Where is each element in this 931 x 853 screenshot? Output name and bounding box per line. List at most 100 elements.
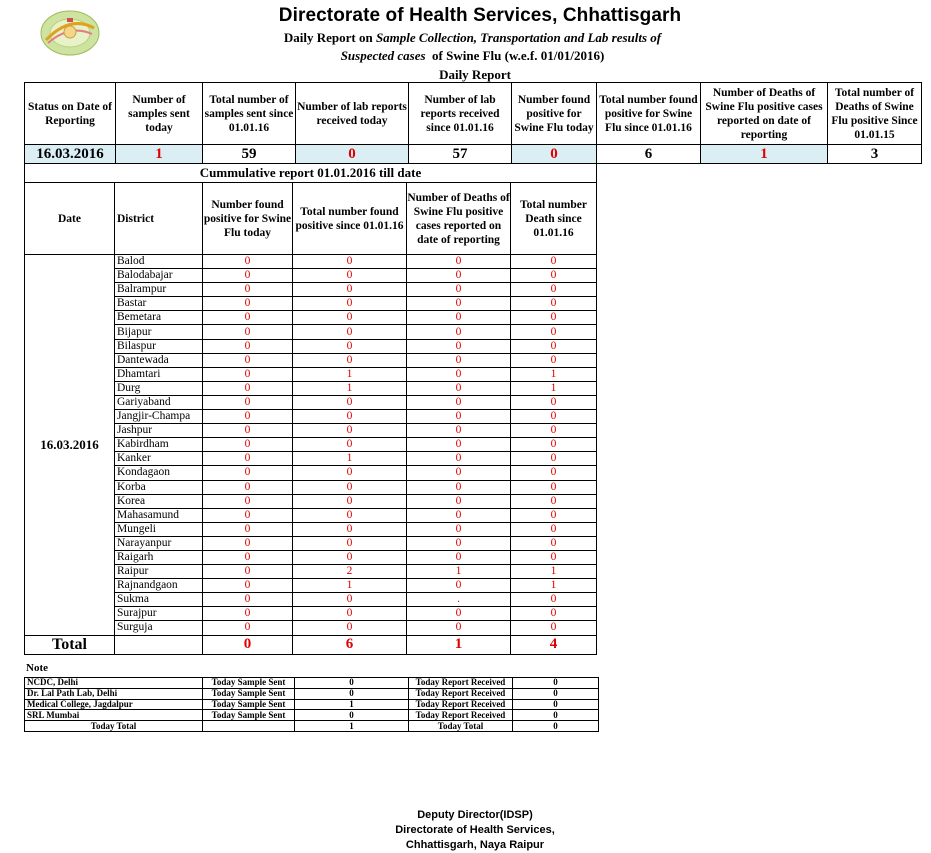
district-value-cell: 0 [406,507,511,523]
note-total-recv-label: Today Total [408,720,513,732]
district-value-cell: 0 [202,409,293,425]
district-name: Mahasamund [114,507,203,523]
district-value-cell: 0 [292,268,407,284]
district-value-cell: 0 [510,521,597,537]
district-name: Gariyaband [114,394,203,411]
district-value-cell: 0 [406,253,511,270]
district-value-cell: 1 [292,366,407,382]
district-value-cell: 0 [202,493,293,509]
district-value-cell: 0 [202,423,293,439]
district-value-cell: 0 [292,620,407,636]
district-value-cell: 0 [406,380,511,396]
district-name: Kabirdham [114,437,203,453]
total-empty-cell [114,634,203,655]
note-sent-value: 0 [294,677,409,689]
daily-header-cell: Number of Deaths of Swine Flu positive c… [700,82,828,145]
district-value-cell: 0 [406,352,511,368]
note-recv-value: 0 [512,709,599,722]
note-total-row: Today Total 1 Today Total 0 [24,720,599,732]
district-value-cell: 0 [202,451,293,467]
district-name: Dhamtari [114,366,203,382]
district-value-cell: 0 [406,409,511,425]
district-value-cell: 0 [202,521,293,537]
district-value-cell: 0 [292,352,407,368]
district-value-cell: 0 [510,535,597,551]
district-value-cell: 1 [510,564,597,580]
district-value-cell: 0 [510,507,597,523]
district-value-cell: 0 [202,578,293,594]
daily-value-cell: 3 [827,144,922,164]
daily-report-table: Status on Date of Reporting Number of sa… [24,82,922,164]
district-value-cell: 0 [510,253,597,270]
daily-value-cell: 1 [115,144,203,164]
district-name: Bemetara [114,310,203,326]
daily-header-cell: Total number of samples sent since 01.01… [202,82,296,145]
district-name: Balrampur [114,282,203,298]
district-value-cell: 0 [292,465,407,481]
note-sent-value: 0 [294,687,409,700]
cumulative-report-table: Cummulative report 01.01.2016 till date … [24,163,597,655]
total-value-cell: 4 [510,634,597,655]
daily-header-cell: Status on Date of Reporting [24,82,116,145]
total-label: Total [24,634,115,655]
daily-value-cell: 0 [295,144,409,164]
district-value-cell: 0 [292,310,407,326]
district-value-cell: 0 [292,409,407,425]
district-value-cell: 0 [202,549,293,566]
district-value-cell: 0 [406,324,511,340]
district-value-cell: 0 [202,296,293,312]
footer-line: Directorate of Health Services, [395,824,555,836]
note-recv-label: Today Report Received [408,709,513,722]
subtitle-italic-1: Sample Collection, Transportation and La… [375,30,662,45]
note-table: NCDC, Delhi Today Sample Sent 0 Today Repor… [24,677,599,732]
district-value-cell: 0 [202,282,293,298]
district-value-cell: 0 [202,253,293,270]
district-value-cell: 0 [510,423,597,439]
district-name: Bijapur [114,324,203,340]
table-row: 16.03.2016 Balod 0 0 0 0 [24,253,597,636]
district-value-cell: 0 [406,338,511,354]
district-value-cell: 0 [202,535,293,551]
note-recv-value: 0 [512,677,599,689]
district-value-cell: 0 [406,521,511,537]
daily-date-cell: 16.03.2016 [24,144,116,164]
district-name: Mungeli [114,521,203,537]
district-name: Rajnandgaon [114,578,203,594]
district-value-cell: 0 [292,253,407,270]
district-value-cell: 0 [510,296,597,312]
note-sent-value: 1 [294,698,409,711]
district-name: Jangjir-Champa [114,409,203,425]
district-value-cell: 1 [510,380,597,396]
daily-report-heading: Daily Report [439,67,511,82]
cumulative-caption-row: Cummulative report 01.01.2016 till date [24,163,597,183]
page-subtitle: Daily Report on Sample Collection, Trans… [200,29,745,65]
district-value-cell: 0 [202,606,293,622]
note-total-recv: 0 [512,720,599,732]
total-value-cell: 0 [202,634,293,655]
district-value-cell: 2 [292,564,407,580]
district-value-cell: 0 [510,606,597,622]
district-name: Sukma [114,592,203,608]
note-recv-value: 0 [512,698,599,711]
district-value-cell: 0 [510,409,597,425]
note-total-sent: 1 [294,720,409,732]
district-name: Raipur [114,564,203,580]
district-value-cell: 0 [510,493,597,509]
district-value-cell: 0 [292,535,407,551]
subtitle-suffix: of Swine Flu (w.e.f. 01/01/2016) [432,48,605,63]
district-value-cell: 1 [406,564,511,580]
district-value-cell: 0 [510,465,597,481]
district-value-cell: 0 [406,366,511,382]
district-value-cell: 0 [510,324,597,340]
district-value-cell: 0 [510,310,597,326]
cumulative-body: 16.03.2016 Balod 0 0 0 0 Balodabajar 0 0 0 0 Balram… [24,253,597,636]
district-value-cell: 1 [510,366,597,382]
note-sent-label: Today Sample Sent [202,709,295,722]
district-value-cell: 0 [406,620,511,636]
district-value-cell: 0 [406,437,511,453]
note-recv-label: Today Report Received [408,677,513,689]
note-row: Medical College, Jagdalpur Today Sample S… [24,698,599,711]
cumulative-date-cell: 16.03.2016 [24,254,115,636]
district-name: Dantewada [114,352,203,368]
daily-header-cell: Total number of Deaths of Swine Flu posi… [827,82,922,145]
